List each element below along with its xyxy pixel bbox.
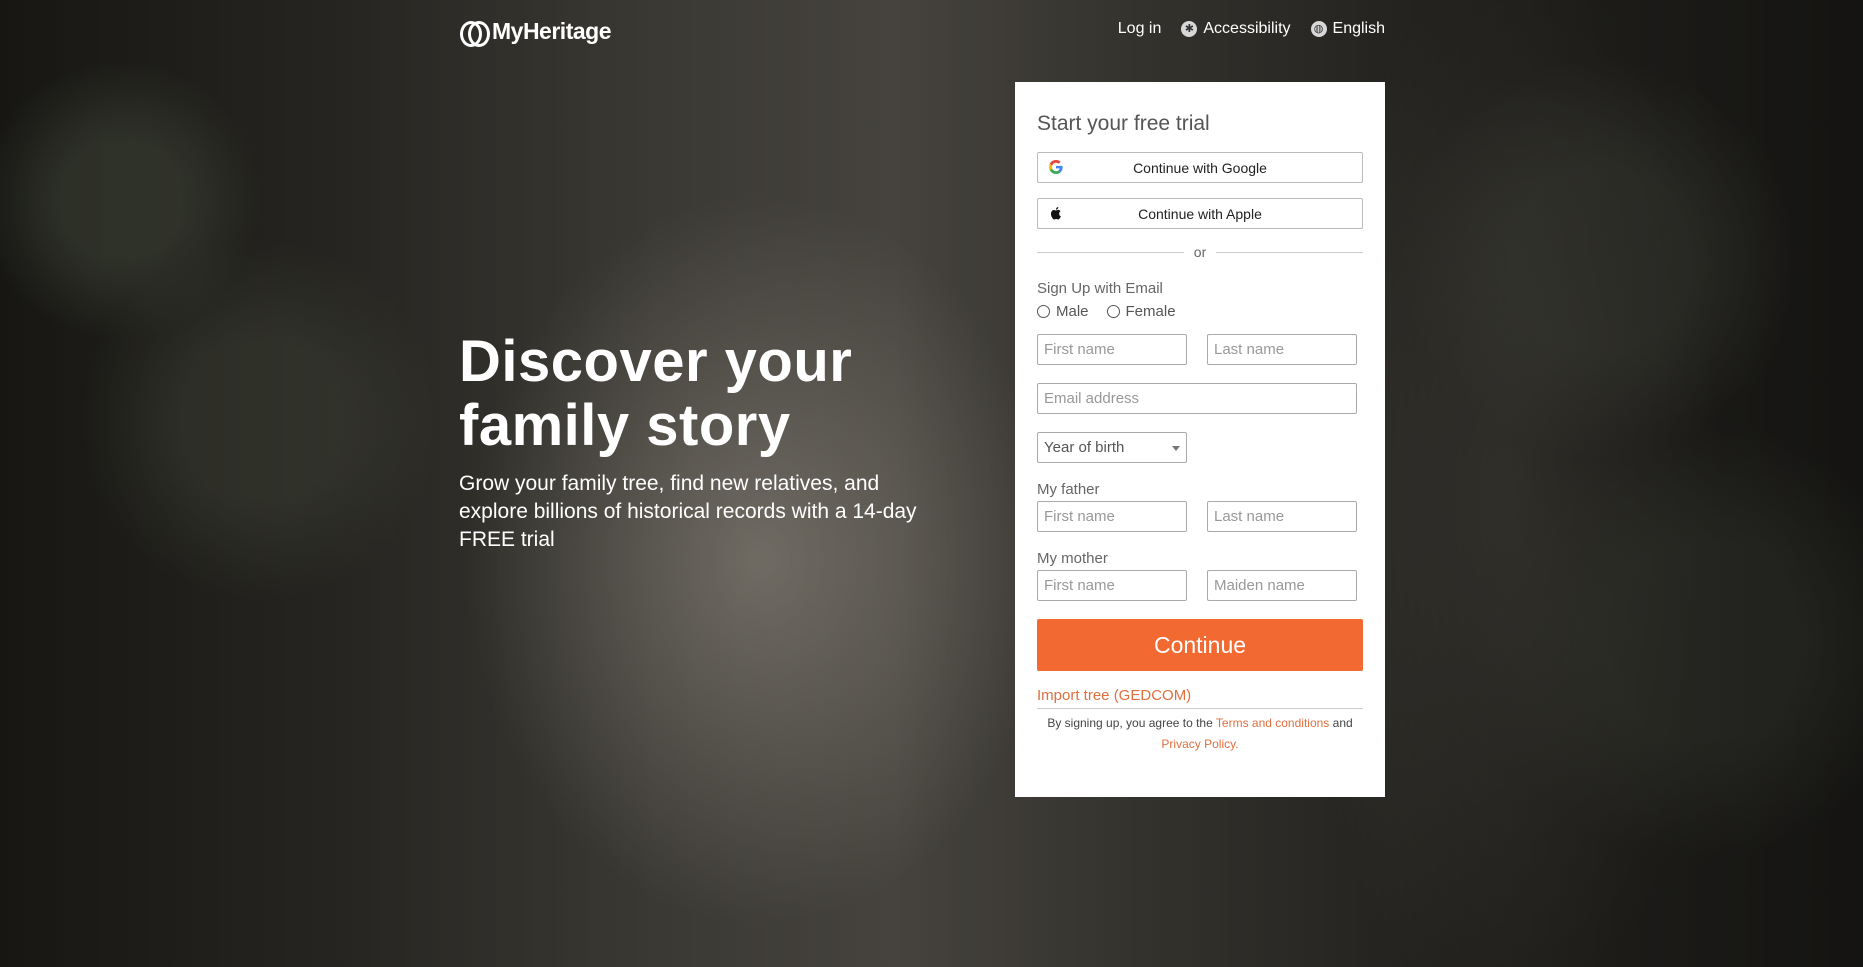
terms-link[interactable]: Terms and conditions xyxy=(1216,716,1329,730)
hero-title-line2: family story xyxy=(459,393,791,458)
mother-label: My mother xyxy=(1037,550,1108,567)
continue-with-apple-button[interactable]: Continue with Apple xyxy=(1037,198,1363,229)
globe-icon: ◍ xyxy=(1310,21,1327,37)
signup-card: Start your free trial Continue with Goog… xyxy=(1015,82,1385,797)
privacy-policy-link[interactable]: Privacy Policy xyxy=(1161,737,1235,751)
apple-icon xyxy=(1050,207,1061,220)
signup-title: Start your free trial xyxy=(1037,112,1210,135)
radio-circle-icon xyxy=(1037,305,1050,318)
chevron-down-icon xyxy=(1172,446,1180,451)
continue-button[interactable]: Continue xyxy=(1037,619,1363,671)
email-row: Email address xyxy=(1037,383,1363,414)
gender-option-label: Male xyxy=(1056,303,1089,320)
continue-with-google-button[interactable]: Continue with Google xyxy=(1037,152,1363,183)
divider-line xyxy=(1216,251,1364,253)
top-nav: Log in ✱ Accessibility ◍ English xyxy=(1118,20,1385,38)
father-last-name-input[interactable]: Last name xyxy=(1207,501,1357,532)
accessibility-label: Accessibility xyxy=(1203,20,1291,37)
hero-subtitle: Grow your family tree, find new relative… xyxy=(459,472,917,551)
accessibility-icon: ✱ xyxy=(1181,21,1198,37)
last-name-input[interactable]: Last name xyxy=(1207,334,1357,365)
terms-text: By signing up, you agree to the Terms an… xyxy=(1037,713,1363,755)
or-divider: or xyxy=(1037,244,1364,260)
terms-prefix: By signing up, you agree to the xyxy=(1047,716,1213,730)
radio-circle-icon xyxy=(1106,305,1120,318)
first-name-input[interactable]: First name xyxy=(1037,334,1187,365)
gender-option-female[interactable]: Female xyxy=(1106,303,1176,320)
mother-first-name-input[interactable]: First name xyxy=(1037,570,1187,601)
mother-row: First name Maiden name xyxy=(1037,570,1363,601)
mother-maiden-name-input[interactable]: Maiden name xyxy=(1207,570,1357,601)
father-label: My father xyxy=(1037,481,1100,498)
hero-background-photo xyxy=(0,0,1863,967)
year-of-birth-select[interactable]: Year of birth xyxy=(1037,432,1187,463)
logo-icon xyxy=(460,19,490,47)
hero-title-line1: Discover your xyxy=(459,329,853,394)
language-label: English xyxy=(1332,20,1385,37)
year-of-birth-value: Year of birth xyxy=(1044,439,1125,456)
divider xyxy=(1037,708,1363,709)
name-row: First name Last name xyxy=(1037,334,1363,365)
or-label: or xyxy=(1193,244,1207,260)
divider-line xyxy=(1037,251,1184,253)
top-bar: MyHeritage Log in ✱ Accessibility ◍ Engl… xyxy=(0,0,1863,64)
gender-option-label: Female xyxy=(1125,303,1176,320)
accessibility-link[interactable]: ✱ Accessibility xyxy=(1181,20,1291,38)
terms-and: and xyxy=(1332,716,1353,730)
login-link[interactable]: Log in xyxy=(1118,20,1162,38)
apple-button-label: Continue with Apple xyxy=(1138,205,1262,222)
email-input[interactable]: Email address xyxy=(1037,383,1357,414)
father-row: First name Last name xyxy=(1037,501,1363,532)
logo-text: MyHeritage xyxy=(492,18,611,44)
gender-radio-group: Male Female xyxy=(1037,303,1363,320)
google-icon xyxy=(1049,160,1063,174)
gender-option-male[interactable]: Male xyxy=(1037,303,1089,320)
terms-suffix: . xyxy=(1235,737,1239,751)
language-selector[interactable]: ◍ English xyxy=(1310,20,1385,38)
logo[interactable]: MyHeritage xyxy=(460,18,611,47)
hero-title: Discover your family story xyxy=(459,330,929,458)
import-tree-link[interactable]: Import tree (GEDCOM) xyxy=(1037,687,1191,706)
hero-text: Discover your family story Grow your fam… xyxy=(459,330,929,554)
email-section-label: Sign Up with Email xyxy=(1037,280,1163,297)
father-first-name-input[interactable]: First name xyxy=(1037,501,1187,532)
google-button-label: Continue with Google xyxy=(1133,159,1267,176)
